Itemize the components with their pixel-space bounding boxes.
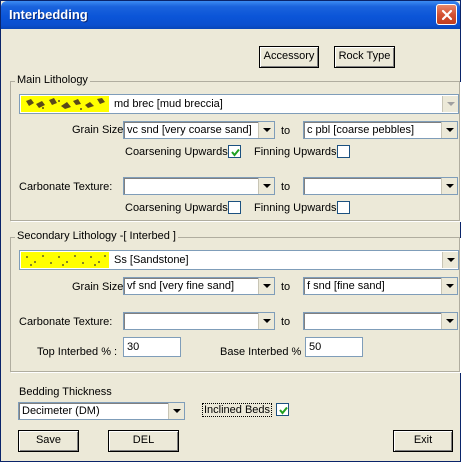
title-bar[interactable]: Interbedding — [1, 1, 460, 29]
main-grain-size-from-value: vc snd [very coarse sand] — [127, 124, 252, 136]
sandstone-pattern-icon — [21, 252, 109, 268]
window-title: Interbedding — [9, 7, 88, 22]
main-carbonate-to-label: to — [281, 181, 291, 193]
chevron-down-icon[interactable] — [168, 403, 184, 419]
secondary-grain-size-to-value: f snd [fine sand] — [307, 280, 385, 292]
chevron-down-icon[interactable] — [441, 278, 457, 294]
bedding-thickness-value: Decimeter (DM) — [22, 405, 100, 417]
main-lithology-dropdown[interactable] — [441, 95, 458, 113]
main-grain-size-label: Grain Size: — [72, 124, 127, 136]
close-button[interactable] — [436, 4, 457, 25]
secondary-lithology-dropdown[interactable] — [441, 251, 458, 269]
main-grain-to-label: to — [281, 125, 291, 137]
exit-button[interactable]: Exit — [393, 430, 453, 452]
chevron-down-icon[interactable] — [441, 178, 457, 194]
chevron-down-icon[interactable] — [441, 122, 457, 138]
coarsening-upwards-label: Coarsening Upwards — [125, 146, 228, 158]
checkmark-icon — [231, 148, 240, 157]
rock-type-button[interactable]: Rock Type — [334, 46, 395, 68]
carbonate-finning-checkbox[interactable] — [337, 201, 350, 214]
chevron-down-icon[interactable] — [441, 313, 457, 329]
main-grain-size-from-select[interactable]: vc snd [very coarse sand] — [123, 121, 275, 139]
finning-upwards-label: Finning Upwards — [254, 146, 337, 158]
inclined-beds-label: Inclined Beds — [201, 403, 273, 417]
main-carbonate-from-select[interactable] — [123, 177, 275, 195]
bedding-thickness-select[interactable]: Decimeter (DM) — [18, 402, 185, 420]
main-grain-size-to-value: c pbl [coarse pebbles] — [307, 124, 415, 136]
carbonate-coarsening-label: Coarsening Upwards — [125, 202, 228, 214]
secondary-grain-size-from-select[interactable]: vf snd [very fine sand] — [123, 277, 275, 295]
bedding-thickness-label: Bedding Thickness — [19, 386, 112, 398]
mud-breccia-pattern-icon — [21, 96, 109, 112]
base-interbed-label: Base Interbed % : — [220, 346, 308, 358]
secondary-carbonate-to-label: to — [281, 316, 291, 328]
main-lithology-select[interactable]: md brec [mud breccia] — [19, 94, 459, 114]
accessory-button[interactable]: Accessory — [259, 46, 319, 68]
top-interbed-input[interactable]: 30 — [123, 337, 181, 357]
main-carbonate-texture-label: Carbonate Texture: — [19, 181, 113, 193]
coarsening-upwards-checkbox[interactable] — [228, 145, 241, 158]
chevron-down-icon[interactable] — [258, 313, 274, 329]
secondary-carbonate-texture-label: Carbonate Texture: — [19, 316, 113, 328]
finning-upwards-checkbox[interactable] — [337, 145, 350, 158]
main-lithology-label: Main Lithology — [15, 74, 90, 86]
top-interbed-label: Top Interbed % : — [37, 346, 118, 358]
secondary-lithology-value: Ss [Sandstone] — [114, 254, 189, 266]
inclined-beds-checkbox[interactable] — [276, 403, 289, 416]
main-lithology-value: md brec [mud breccia] — [114, 98, 223, 110]
secondary-lithology-select[interactable]: Ss [Sandstone] — [19, 250, 459, 270]
secondary-grain-size-to-select[interactable]: f snd [fine sand] — [303, 277, 458, 295]
save-button[interactable]: Save — [18, 430, 79, 452]
secondary-carbonate-from-select[interactable] — [123, 312, 275, 330]
secondary-grain-size-from-value: vf snd [very fine sand] — [127, 280, 234, 292]
main-carbonate-to-select[interactable] — [303, 177, 458, 195]
carbonate-finning-label: Finning Upwards — [254, 202, 337, 214]
main-grain-size-to-select[interactable]: c pbl [coarse pebbles] — [303, 121, 458, 139]
chevron-down-icon[interactable] — [258, 178, 274, 194]
base-interbed-input[interactable]: 50 — [305, 337, 363, 357]
interbedding-dialog: Interbedding Accessory Rock Type Main Li… — [0, 0, 461, 462]
secondary-grain-size-label: Grain Size: — [72, 281, 127, 293]
carbonate-coarsening-checkbox[interactable] — [228, 201, 241, 214]
close-icon — [441, 9, 453, 21]
chevron-down-icon[interactable] — [258, 278, 274, 294]
secondary-carbonate-to-select[interactable] — [303, 312, 458, 330]
secondary-lithology-label: Secondary Lithology -[ Interbed ] — [15, 230, 178, 242]
checkmark-icon — [279, 406, 288, 415]
del-button[interactable]: DEL — [108, 430, 179, 452]
secondary-grain-to-label: to — [281, 281, 291, 293]
chevron-down-icon[interactable] — [258, 122, 274, 138]
